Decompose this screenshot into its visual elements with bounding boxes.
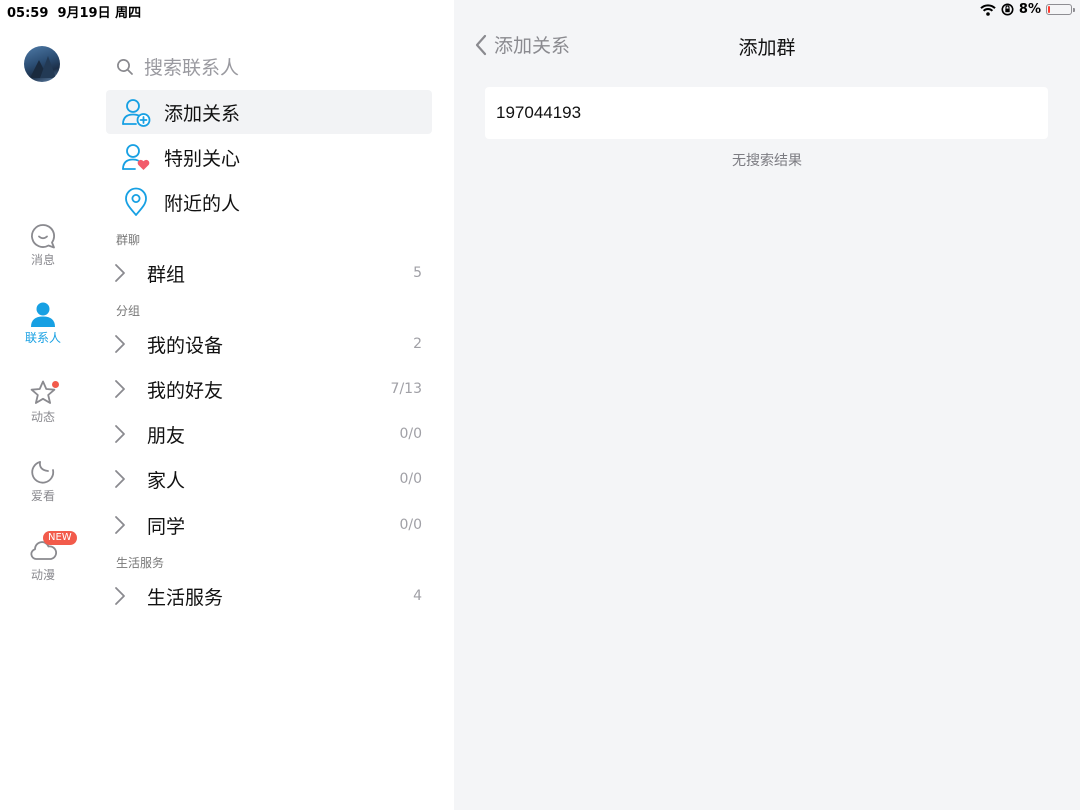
chevron-right-icon xyxy=(114,263,140,283)
contact-search[interactable]: 搜索联系人 xyxy=(116,53,239,80)
menu-nearby[interactable]: 附近的人 xyxy=(106,180,432,224)
status-clock: 05:59 xyxy=(7,6,49,21)
back-label: 添加关系 xyxy=(494,35,571,57)
star-icon xyxy=(29,379,59,407)
status-time: 05:59 9月19日 周四 xyxy=(7,2,141,21)
rail-item-messages[interactable]: 消息 xyxy=(0,222,86,278)
group-label: 同学 xyxy=(147,515,186,538)
menu-label: 特别关心 xyxy=(164,147,241,170)
no-results-message: 无搜索结果 xyxy=(732,153,802,169)
group-count: 5 xyxy=(413,265,422,281)
rail-item-anime[interactable]: NEW 动漫 xyxy=(0,531,86,593)
menu-label: 附近的人 xyxy=(164,192,241,215)
left-rail: 消息 联系人 动态 爱看 NEW 动漫 xyxy=(0,0,86,810)
chevron-right-icon xyxy=(114,469,140,489)
add-group-pane: 添加群 添加关系 无搜索结果 xyxy=(454,0,1080,810)
section-header-group-chat: 群聊 xyxy=(116,233,141,247)
group-count: 0/0 xyxy=(399,517,422,533)
group-count: 0/0 xyxy=(399,426,422,442)
chevron-right-icon xyxy=(114,424,140,444)
group-label: 我的好友 xyxy=(147,379,224,402)
group-row-life-services[interactable]: 生活服务 4 xyxy=(106,574,432,618)
rail-label-contacts: 联系人 xyxy=(24,331,61,345)
chevron-left-icon xyxy=(475,34,487,55)
wifi-icon xyxy=(980,3,996,16)
search-placeholder: 搜索联系人 xyxy=(144,57,240,79)
chevron-right-icon xyxy=(114,515,140,535)
rail-item-contacts[interactable]: 联系人 xyxy=(0,300,86,356)
group-row-my-devices[interactable]: 我的设备 2 xyxy=(106,322,432,366)
group-label: 我的设备 xyxy=(147,334,224,357)
rail-item-moments[interactable]: 动态 xyxy=(0,379,86,435)
status-icons: 8% xyxy=(980,2,1075,17)
group-row-family[interactable]: 家人 0/0 xyxy=(106,457,432,501)
notification-dot xyxy=(52,381,59,388)
menu-label: 添加关系 xyxy=(164,102,241,125)
rail-label-moments: 动态 xyxy=(30,410,55,424)
group-label: 朋友 xyxy=(147,424,186,447)
battery-level xyxy=(1048,6,1050,13)
group-count: 7/13 xyxy=(390,381,422,397)
message-bubble-icon xyxy=(29,222,57,250)
group-label: 生活服务 xyxy=(147,586,224,609)
group-row-groups[interactable]: 群组 5 xyxy=(106,251,432,295)
rail-label-anime: 动漫 xyxy=(30,568,55,582)
contacts-pane: 搜索联系人 添加关系 特别关心 附近的人 群聊 群组 5 分组 我的设备 2 我… xyxy=(86,0,454,810)
battery-icon xyxy=(1046,4,1075,15)
section-header-groups: 分组 xyxy=(116,304,141,318)
section-header-life-services: 生活服务 xyxy=(116,556,165,570)
chevron-right-icon xyxy=(114,334,140,354)
group-label: 群组 xyxy=(147,263,186,286)
group-count: 0/0 xyxy=(399,471,422,487)
group-count: 4 xyxy=(413,588,422,604)
group-row-my-friends[interactable]: 我的好友 7/13 xyxy=(106,367,432,411)
new-badge: NEW xyxy=(43,531,77,545)
contact-person-icon xyxy=(29,300,57,328)
status-date: 9月19日 周四 xyxy=(57,6,142,21)
menu-add-relation[interactable]: 添加关系 xyxy=(106,90,432,134)
group-row-classmates[interactable]: 同学 0/0 xyxy=(106,503,432,547)
chevron-right-icon xyxy=(114,586,140,606)
menu-special-care[interactable]: 特别关心 xyxy=(106,135,432,179)
add-contact-icon xyxy=(116,97,156,127)
status-bar: 05:59 9月19日 周四 8% xyxy=(0,0,1080,22)
chevron-right-icon xyxy=(114,379,140,399)
orientation-lock-icon xyxy=(1001,3,1014,16)
group-row-friends[interactable]: 朋友 0/0 xyxy=(106,412,432,456)
group-search-field[interactable] xyxy=(485,87,1048,139)
search-icon xyxy=(117,58,133,75)
rail-label-watch: 爱看 xyxy=(30,489,55,503)
group-label: 家人 xyxy=(147,469,186,492)
special-care-icon xyxy=(116,142,156,172)
rail-item-watch[interactable]: 爱看 xyxy=(0,458,86,514)
location-pin-icon xyxy=(116,187,156,217)
moon-swirl-icon xyxy=(29,458,57,486)
rail-label-messages: 消息 xyxy=(30,253,55,267)
cloud-icon: NEW xyxy=(29,531,77,565)
avatar[interactable] xyxy=(24,46,60,82)
group-count: 2 xyxy=(413,336,422,352)
back-button[interactable]: 添加关系 xyxy=(474,31,570,58)
group-search-input[interactable] xyxy=(496,103,1048,123)
battery-percent: 8% xyxy=(1018,2,1041,17)
